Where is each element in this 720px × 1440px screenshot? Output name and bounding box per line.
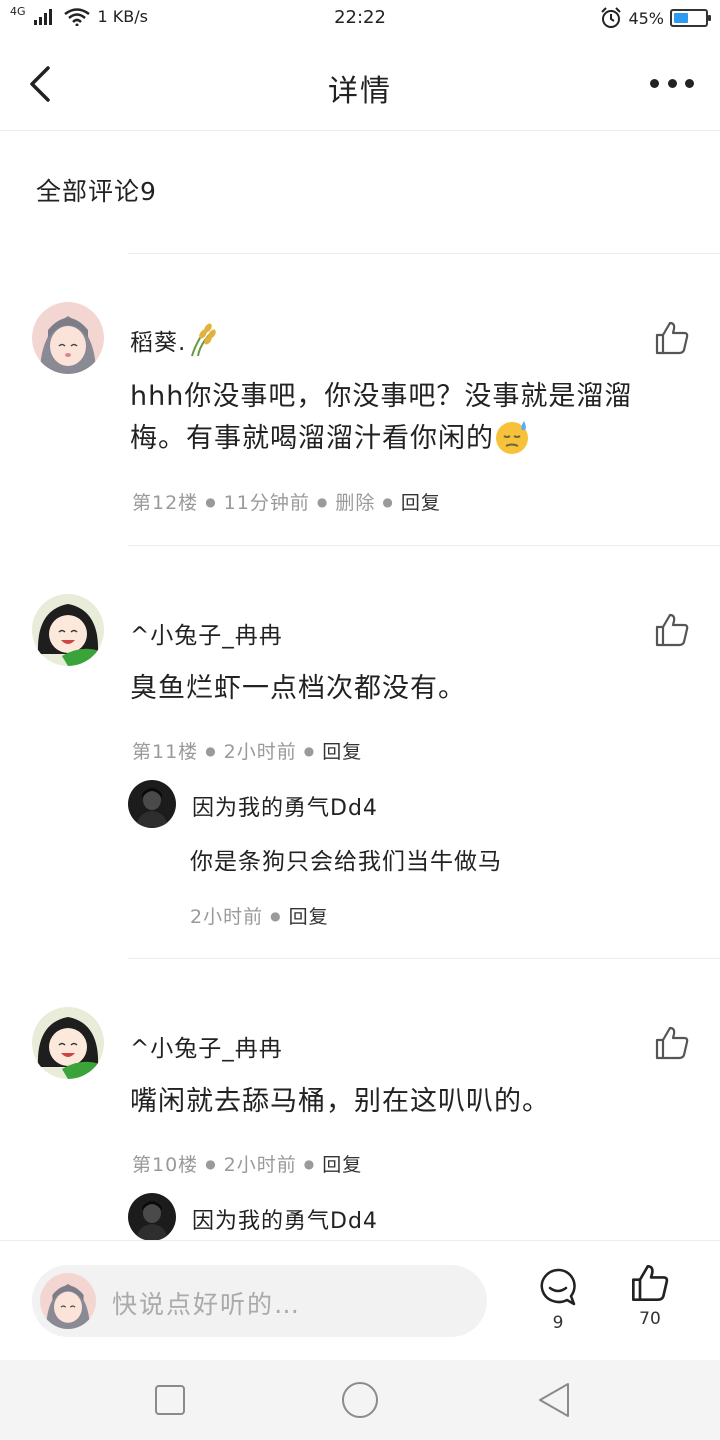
- sweat-emoji-icon: [496, 421, 528, 454]
- circle-nav-icon: [342, 1382, 378, 1418]
- avatar[interactable]: [32, 594, 104, 666]
- divider: [128, 253, 720, 254]
- avatar[interactable]: [32, 1007, 104, 1079]
- reply-meta: 2小时前 ● 回复: [190, 902, 329, 929]
- reply-author[interactable]: 因为我的勇气Dd4: [192, 790, 378, 822]
- triangle-back-nav-icon: [539, 1383, 569, 1417]
- reply-time: 2小时前: [190, 906, 264, 928]
- wheat-icon: [191, 323, 217, 357]
- reply-button[interactable]: 回复: [322, 737, 362, 764]
- more-dots-icon: [650, 78, 659, 88]
- floor-number: 第12楼: [132, 492, 199, 514]
- my-avatar: [40, 1273, 96, 1329]
- more-options-button[interactable]: [650, 72, 694, 94]
- reply-author[interactable]: 因为我的勇气Dd4: [192, 1203, 378, 1235]
- commenter-name[interactable]: ^小兔子_冉冉: [130, 1029, 283, 1063]
- comment-meta: 第11楼 ● 2小时前 ● 回复: [132, 737, 362, 764]
- commenter-name[interactable]: ^小兔子_冉冉: [130, 616, 283, 650]
- comment-time: 2小时前: [223, 1154, 297, 1176]
- reply-button[interactable]: 回复: [322, 1150, 362, 1177]
- comment-meta: 第12楼 ● 11分钟前 ● 删除 ● 回复: [132, 488, 441, 515]
- thumbs-up-icon: [655, 613, 689, 647]
- system-back-button[interactable]: [534, 1380, 574, 1420]
- delete-button[interactable]: 删除: [335, 488, 375, 515]
- comments-count-heading: 全部评论9: [36, 177, 157, 206]
- reply-button[interactable]: 回复: [289, 902, 329, 929]
- thumbs-up-icon: [655, 321, 689, 355]
- like-post-button[interactable]: 70: [625, 1263, 675, 1329]
- comment-time: 2小时前: [223, 741, 297, 763]
- recent-apps-button[interactable]: [150, 1380, 190, 1420]
- divider: [128, 958, 720, 959]
- battery-level: [674, 13, 688, 23]
- floor-number: 第10楼: [132, 1154, 199, 1176]
- comment-meta: 第10楼 ● 2小时前 ● 回复: [132, 1150, 362, 1177]
- like-button[interactable]: [654, 320, 690, 356]
- comments-button[interactable]: 9: [533, 1267, 583, 1333]
- commenter-name[interactable]: 稻葵.: [130, 322, 218, 358]
- comment-text: hhh你没事吧，你没事吧？没事就是溜溜梅。有事就喝溜溜汁看你闲的: [130, 381, 633, 454]
- status-right: 45%: [600, 7, 711, 29]
- comment-time: 11分钟前: [223, 492, 310, 514]
- page-title: 详情: [328, 74, 392, 109]
- battery-icon: [670, 9, 711, 27]
- status-bar: 4G 1 KB/s 22:22 45%: [0, 0, 720, 36]
- reply-button[interactable]: 回复: [401, 488, 441, 515]
- like-button[interactable]: [654, 1025, 690, 1061]
- square-nav-icon: [155, 1385, 185, 1415]
- thumbs-up-icon: [655, 1026, 689, 1060]
- comment-input[interactable]: 快说点好听的…: [32, 1265, 487, 1337]
- avatar[interactable]: [32, 302, 104, 374]
- comment-text: 臭鱼烂虾一点档次都没有。: [130, 673, 466, 704]
- comment-text: 嘴闲就去舔马桶，别在这叭叭的。: [130, 1086, 550, 1117]
- input-placeholder: 快说点好听的…: [112, 1290, 302, 1319]
- comment-count: 9: [552, 1313, 564, 1333]
- system-nav-bar: [0, 1360, 720, 1440]
- comment-input-bar: 快说点好听的… 9 70: [0, 1240, 720, 1360]
- reply-avatar[interactable]: [128, 1193, 176, 1241]
- thumbs-up-icon: [632, 1265, 669, 1301]
- battery-percent: 45%: [628, 8, 664, 28]
- alarm-icon: [601, 7, 622, 28]
- top-app-bar: 详情: [0, 36, 720, 131]
- floor-number: 第11楼: [132, 741, 199, 763]
- reply-avatar[interactable]: [128, 780, 176, 828]
- like-count: 70: [639, 1309, 661, 1329]
- like-button[interactable]: [654, 612, 690, 648]
- divider: [128, 545, 720, 546]
- home-button[interactable]: [340, 1380, 380, 1420]
- comment-bubble-icon: [540, 1268, 576, 1306]
- reply-text: 你是条狗只会给我们当牛做马: [190, 849, 502, 875]
